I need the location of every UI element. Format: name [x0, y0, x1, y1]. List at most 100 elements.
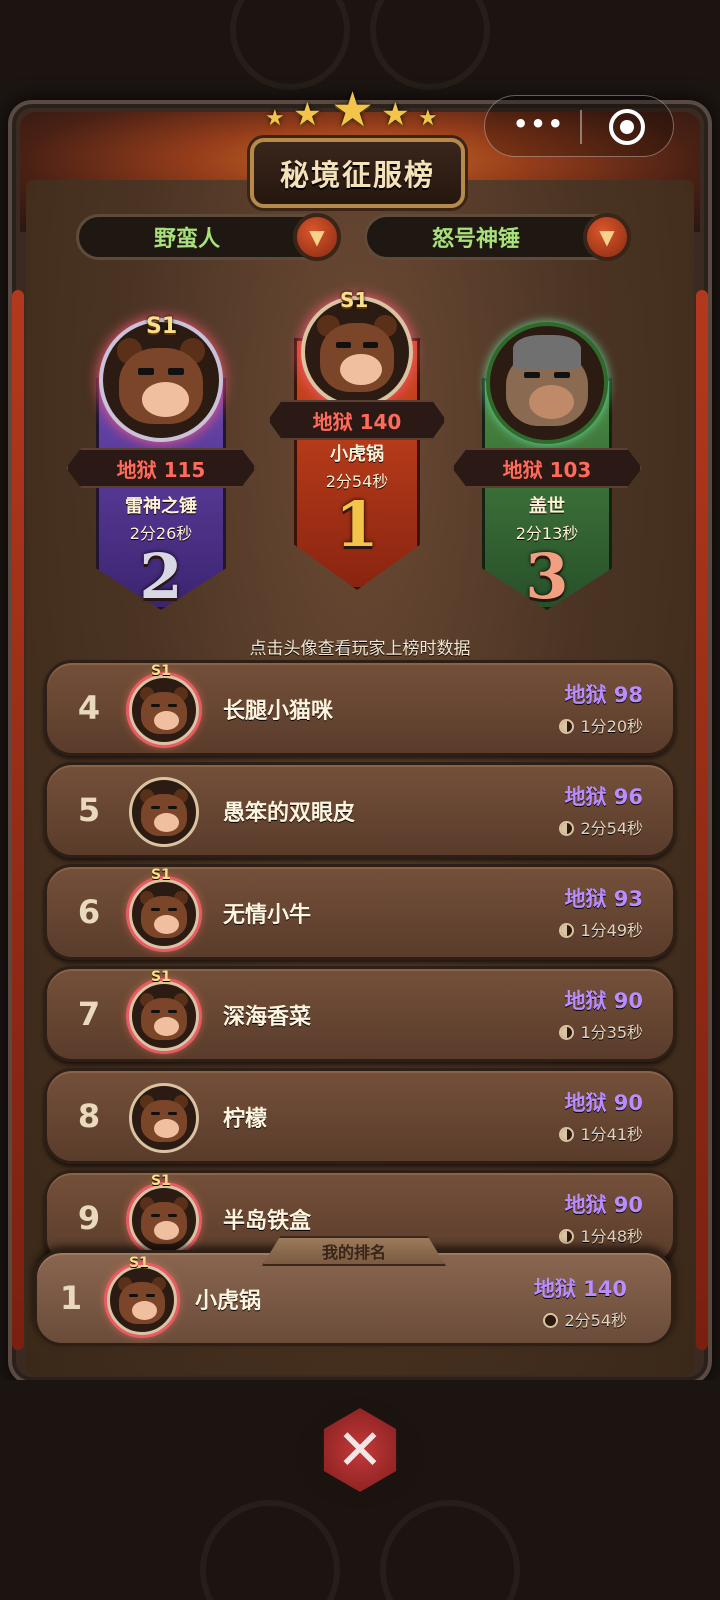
- difficulty-score: 地狱 90: [564, 989, 643, 1013]
- more-dots-icon[interactable]: •••: [513, 110, 565, 138]
- clear-time-wrap: 1分35秒: [559, 1019, 643, 1043]
- capsule-divider: [580, 110, 582, 144]
- list-item[interactable]: 6 S1 无情小牛 地狱 93 1分49秒: [44, 864, 676, 960]
- avatar[interactable]: [486, 322, 608, 444]
- clock-icon: [559, 719, 575, 734]
- rating-stars: ★ ★ ★ ★ ★: [265, 86, 450, 136]
- player-name: 雷神之锤: [125, 496, 197, 517]
- list-item[interactable]: 7 S1 深海香菜 地狱 90 1分35秒: [44, 966, 676, 1062]
- avatar[interactable]: [129, 1185, 199, 1255]
- avatar[interactable]: [301, 296, 413, 408]
- player-name: 无情小牛: [223, 903, 312, 928]
- clear-time: 1分35秒: [580, 1023, 643, 1042]
- season-badge: S1: [129, 1255, 149, 1271]
- player-name: 半岛铁盒: [223, 1209, 312, 1234]
- clock-icon: [559, 1025, 575, 1040]
- avatar[interactable]: [129, 675, 199, 745]
- season-badge: S1: [151, 1173, 171, 1189]
- avatar[interactable]: [129, 777, 199, 847]
- podium-rank-2: S1 地狱 115 雷神之锤 2分26秒 2: [66, 314, 256, 613]
- level-ribbon: 地狱 140: [268, 400, 446, 440]
- class-selector[interactable]: 野蛮人 ▼: [76, 213, 341, 261]
- podium-rank-3: 地狱 103 盖世 2分13秒 3: [452, 318, 642, 613]
- player-name: 长腿小猫咪: [223, 699, 334, 724]
- bear-avatar-icon: [132, 882, 196, 946]
- clear-time: 1分48秒: [580, 1227, 643, 1246]
- list-item[interactable]: 4 S1 长腿小猫咪 地狱 98 1分20秒: [44, 660, 676, 756]
- player-name: 柠檬: [223, 1107, 268, 1132]
- difficulty-score: 地狱 90: [564, 1091, 643, 1115]
- star-icon: ★: [418, 106, 438, 131]
- level-ribbon: 地狱 103: [452, 448, 642, 488]
- bear-avatar-icon: [132, 780, 196, 844]
- rank-number: 3: [525, 540, 569, 613]
- bear-avatar-icon: [132, 1188, 196, 1252]
- chevron-down-icon[interactable]: ▼: [583, 213, 631, 261]
- star-icon: ★: [381, 95, 410, 133]
- rank-number: 5: [77, 791, 101, 829]
- list-item[interactable]: 5 愚笨的双眼皮 地狱 96 2分54秒: [44, 762, 676, 858]
- capsule-menu: •••: [484, 95, 674, 157]
- clock-icon: [559, 1127, 575, 1142]
- chevron-down-icon[interactable]: ▼: [293, 213, 341, 261]
- bear-avatar-icon: [132, 678, 196, 742]
- bear-avatar-icon: [110, 1268, 174, 1332]
- clock-icon: [559, 923, 575, 938]
- avatar[interactable]: [129, 981, 199, 1051]
- bear-avatar-icon: [132, 1086, 196, 1150]
- frame-side-left: [12, 290, 24, 1350]
- hint-text: 点击头像查看玩家上榜时数据: [249, 639, 471, 659]
- page-title: 秘境征服榜: [279, 158, 435, 192]
- season-badge: S1: [146, 314, 178, 339]
- player-name: 愚笨的双眼皮: [223, 801, 356, 826]
- star-icon: ★: [293, 95, 322, 133]
- rank-number: 2: [139, 540, 183, 613]
- star-icon: ★: [265, 106, 285, 131]
- avatar[interactable]: [107, 1265, 177, 1335]
- player-name: 小虎锅: [330, 444, 384, 465]
- clear-time-wrap: 1分49秒: [559, 917, 643, 941]
- clear-time: 2分54秒: [564, 1311, 627, 1330]
- rank-number: 8: [77, 1097, 101, 1135]
- difficulty-score: 地狱 140: [533, 1277, 627, 1301]
- close-icon: ✕: [336, 1417, 384, 1483]
- title-plate: 秘境征服榜: [250, 138, 465, 208]
- clear-time: 1分20秒: [580, 717, 643, 736]
- rank-number: 7: [77, 995, 101, 1033]
- season-badge: S1: [151, 663, 171, 679]
- bear-avatar-icon: [103, 322, 219, 438]
- difficulty-score: 地狱 90: [564, 1193, 643, 1217]
- top-background: [0, 0, 720, 80]
- avatar[interactable]: [129, 1083, 199, 1153]
- clock-icon: [543, 1313, 559, 1328]
- clear-time: 2分54秒: [580, 819, 643, 838]
- difficulty-score: 地狱 93: [564, 887, 643, 911]
- rank-number: 9: [77, 1199, 101, 1237]
- rank-number: 1: [59, 1279, 83, 1317]
- clear-time-wrap: 2分54秒: [559, 815, 643, 839]
- clear-time: 1分49秒: [580, 921, 643, 940]
- rank-number: 6: [77, 893, 101, 931]
- rank-number: 1: [335, 488, 379, 561]
- clear-time-wrap: 2分54秒: [543, 1307, 627, 1331]
- bear-avatar-icon: [132, 984, 196, 1048]
- bear-avatar-icon: [305, 300, 409, 404]
- podium-rank-1: S1 地狱 140 小虎锅 2分54秒 1: [268, 288, 446, 590]
- player-name: 盖世: [529, 496, 565, 517]
- level-ribbon: 地狱 115: [66, 448, 256, 488]
- season-badge: S1: [340, 288, 369, 312]
- star-icon: ★: [331, 82, 375, 138]
- weapon-selector[interactable]: 怒号神锤 ▼: [364, 213, 631, 261]
- list-item[interactable]: 8 柠檬 地狱 90 1分41秒: [44, 1068, 676, 1164]
- my-rank-tab: 我的排名: [262, 1236, 446, 1266]
- season-badge: S1: [151, 867, 171, 883]
- player-name: 小虎锅: [195, 1289, 262, 1314]
- frame-side-right: [696, 290, 708, 1350]
- clock-icon: [559, 1229, 575, 1244]
- clear-time-wrap: 1分20秒: [559, 713, 643, 737]
- helmet-avatar-icon: [490, 326, 604, 440]
- clock-icon: [559, 821, 575, 836]
- target-icon[interactable]: [609, 109, 645, 145]
- season-badge: S1: [151, 969, 171, 985]
- avatar[interactable]: [129, 879, 199, 949]
